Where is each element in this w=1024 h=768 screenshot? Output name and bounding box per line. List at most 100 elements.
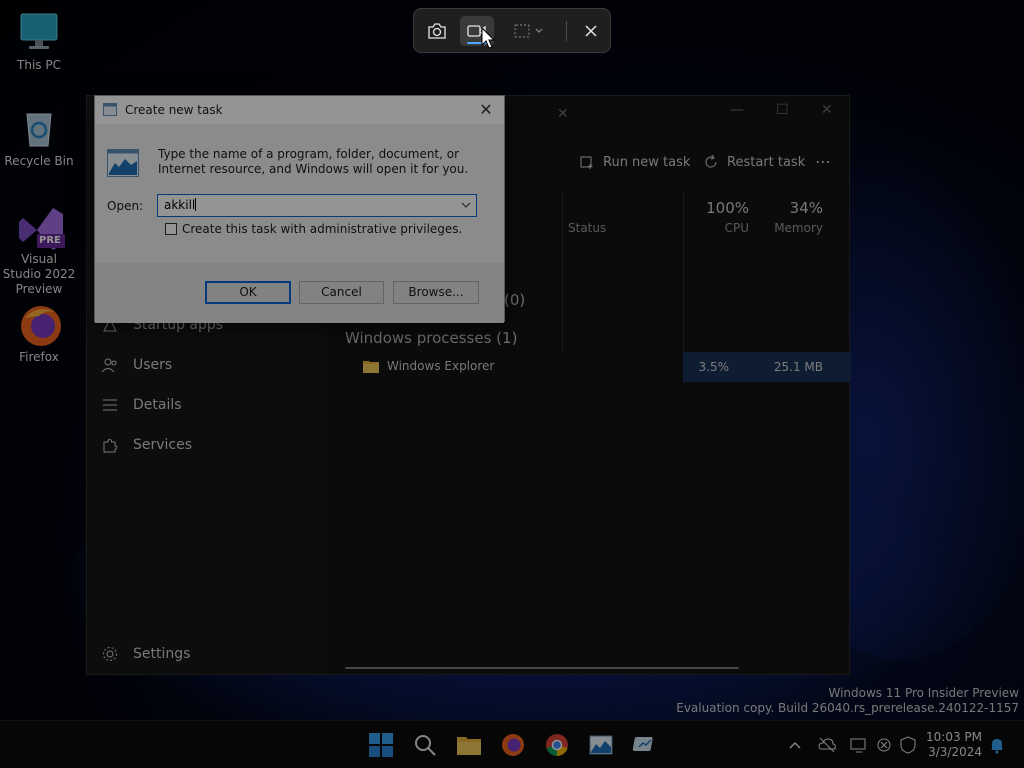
recycle-bin-icon [17, 106, 61, 150]
memory-column-header[interactable]: Memory [757, 221, 823, 235]
close-snip-button[interactable] [576, 16, 606, 46]
file-explorer-icon[interactable] [455, 731, 483, 759]
open-input-value[interactable]: akkill [164, 198, 195, 212]
firefox-icon [17, 302, 61, 346]
maximize-icon[interactable]: ☐ [776, 102, 789, 118]
clock-time: 10:03 PM [926, 730, 982, 744]
taskbar-clock[interactable]: 10:03 PM 3/3/2024 [926, 730, 982, 760]
gear-icon [103, 647, 117, 661]
rectangle-mode-icon [514, 24, 543, 38]
dialog-title: Create new task [125, 103, 223, 117]
horizontal-scrollbar[interactable] [345, 667, 739, 669]
more-options-button[interactable]: ⋯ [815, 152, 831, 171]
admin-privileges-checkbox[interactable]: Create this task with administrative pri… [165, 222, 462, 236]
network-muted-icon[interactable] [874, 735, 894, 755]
taskbar: 10:03 PM 3/3/2024 [0, 720, 1024, 768]
dialog-description: Type the name of a program, folder, docu… [158, 147, 469, 176]
run-new-task-label: Run new task [603, 154, 691, 170]
dialog-close-icon[interactable]: ✕ [476, 100, 496, 120]
desktop-icon-label: Visual Studio 2022 Preview [2, 252, 76, 296]
desktop-icon-label: Recycle Bin [4, 154, 74, 168]
memory-total-percent: 34% [789, 199, 823, 217]
snipping-toolbar [413, 8, 611, 53]
restart-task-button[interactable]: Restart task [703, 154, 805, 170]
run-new-task-button[interactable]: Run new task [579, 154, 690, 170]
cpu-total-percent: 100% [706, 199, 749, 217]
restart-task-label: Restart task [727, 154, 806, 170]
build-watermark: Windows 11 Pro Insider Preview Evaluatio… [676, 686, 1019, 716]
preview-badge: PRE [39, 235, 61, 246]
monitor-icon [17, 10, 61, 54]
screenshot-mode-button[interactable] [422, 16, 452, 46]
firefox-taskbar-icon[interactable] [499, 731, 527, 759]
process-memory: 25.1 MB [745, 352, 851, 382]
desktop-icon-label: Firefox [19, 350, 59, 364]
users-icon [101, 358, 117, 373]
camera-icon [428, 23, 446, 39]
table-row[interactable]: Windows Explorer 3.5% 25.1 MB [327, 352, 851, 382]
windows-processes-header[interactable]: Windows processes (1) [345, 329, 517, 347]
chevron-down-icon[interactable] [460, 198, 472, 212]
more-icon: ⋯ [815, 152, 831, 171]
toolbar-separator [566, 21, 567, 41]
process-cpu: 3.5% [683, 352, 745, 382]
column-divider [683, 192, 684, 352]
nav-label: Users [133, 357, 173, 373]
minimize-icon[interactable]: — [730, 102, 744, 118]
desktop-icon-firefox[interactable]: Firefox [1, 302, 77, 365]
mouse-cursor-icon [481, 27, 495, 49]
ok-button[interactable]: OK [205, 281, 291, 304]
nav-users[interactable]: Users [101, 350, 172, 380]
task-manager-taskbar-icon[interactable] [631, 731, 659, 759]
column-divider [562, 192, 563, 352]
monitor-tray-icon[interactable] [849, 735, 869, 755]
process-name-cell: Windows Explorer [363, 359, 494, 373]
create-new-task-dialog[interactable]: Create new task ✕ Type the name of a pro… [94, 95, 505, 323]
checkbox-box[interactable] [165, 223, 177, 235]
nav-settings[interactable]: Settings [101, 639, 190, 669]
chrome-icon[interactable] [543, 731, 571, 759]
nav-services[interactable]: Services [101, 430, 192, 460]
search-icon[interactable] [411, 731, 439, 759]
desktop-icon-visual-studio[interactable]: PRE Visual Studio 2022 Preview [1, 204, 77, 297]
watermark-line-1: Windows 11 Pro Insider Preview [828, 686, 1019, 700]
open-label: Open: [107, 199, 144, 213]
clock-date: 3/3/2024 [928, 745, 982, 759]
open-combobox[interactable]: akkill [157, 194, 477, 217]
tab-close-icon[interactable]: ✕ [557, 106, 569, 122]
run-dialog-taskbar-icon[interactable] [587, 731, 615, 759]
cancel-button[interactable]: Cancel [299, 281, 384, 304]
cpu-column-header[interactable]: CPU [687, 221, 749, 235]
run-dialog-icon [103, 103, 117, 116]
dialog-title-bar[interactable]: Create new task ✕ [95, 96, 504, 124]
text-caret [195, 198, 197, 211]
run-task-icon [580, 156, 593, 169]
run-program-icon [107, 149, 139, 177]
folder-icon [363, 361, 379, 373]
window-close-icon[interactable]: ✕ [821, 102, 833, 118]
notification-bell-icon[interactable] [987, 735, 1007, 755]
close-icon [585, 25, 597, 37]
rectangle-mode-dropdown[interactable] [509, 16, 549, 46]
chevron-up-icon[interactable] [785, 735, 805, 755]
process-name: Windows Explorer [387, 359, 495, 373]
background-processes-count: (0) [504, 291, 526, 309]
status-column-header[interactable]: Status [568, 221, 606, 235]
watermark-line-2: Evaluation copy. Build 26040.rs_prerelea… [676, 701, 1019, 715]
shield-icon[interactable] [898, 735, 918, 755]
cloud-offline-icon[interactable] [817, 735, 837, 755]
desktop-icon-this-pc[interactable]: This PC [1, 10, 77, 73]
visual-studio-icon: PRE [17, 204, 65, 250]
desktop-icon-label: This PC [17, 58, 61, 72]
services-puzzle-icon [103, 438, 118, 453]
nav-label: Settings [133, 646, 191, 662]
browse-button[interactable]: Browse... [393, 281, 479, 304]
details-list-icon [103, 399, 117, 411]
nav-label: Details [133, 397, 182, 413]
nav-details[interactable]: Details [101, 390, 182, 420]
restart-icon [705, 154, 717, 168]
nav-label: Services [133, 437, 193, 453]
windows-start-icon[interactable] [367, 731, 395, 759]
admin-checkbox-label: Create this task with administrative pri… [182, 222, 463, 236]
desktop-icon-recycle-bin[interactable]: Recycle Bin [1, 106, 77, 169]
